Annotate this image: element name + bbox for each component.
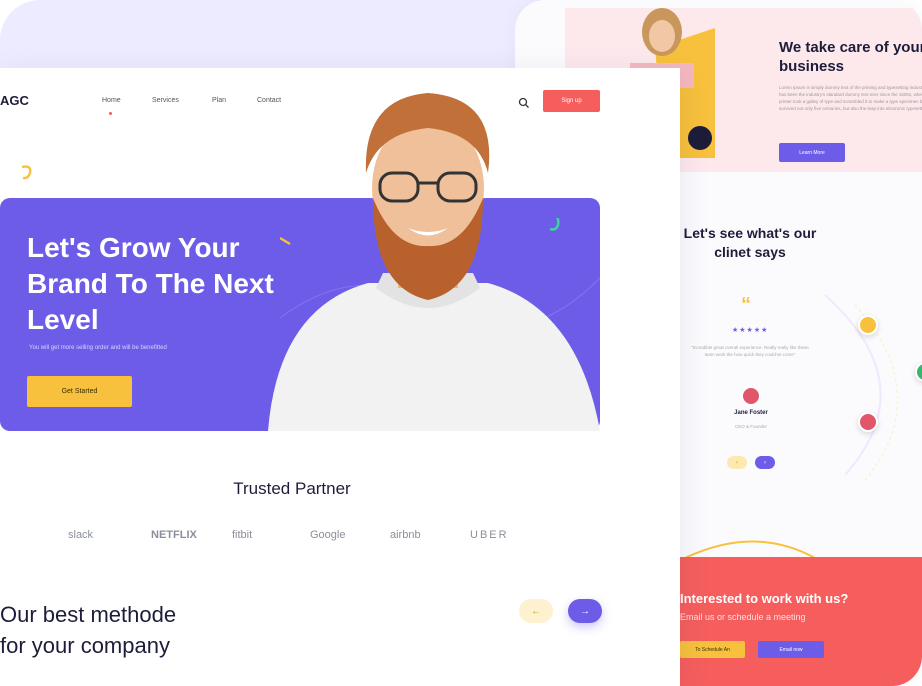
about-title: We take care of your business xyxy=(779,39,922,75)
partner-logo-slack: slack xyxy=(68,529,94,541)
orbit-decoration xyxy=(824,294,899,481)
client-avatar[interactable] xyxy=(858,412,878,432)
hero-subtitle: You will get more selling order and will… xyxy=(29,345,167,351)
methode-heading: Our best methode for your company xyxy=(0,599,176,661)
about-body: Lorem Ipsum is simply dummy text of the … xyxy=(779,85,922,111)
hero-man-photo xyxy=(268,93,600,431)
squiggle-decoration xyxy=(21,165,32,180)
partner-logo-airbnb: airbnb xyxy=(390,529,421,541)
email-now-button[interactable]: Email now xyxy=(758,641,824,658)
logo[interactable]: AGC xyxy=(0,93,29,108)
rating-stars: ★★★★★ xyxy=(732,327,769,334)
arrow-left-icon[interactable]: ← xyxy=(519,599,553,623)
hero-title: Let's Grow Your Brand To The Next Level xyxy=(27,232,274,335)
get-started-button[interactable]: Get Started xyxy=(27,376,132,407)
methode-heading-line2: for your company xyxy=(0,633,170,658)
contact-cta-section: Interested to work with us? Email us or … xyxy=(680,557,922,686)
nav-services[interactable]: Services xyxy=(152,97,179,104)
trusted-partner-title: Trusted Partner xyxy=(233,479,351,498)
client-avatar[interactable] xyxy=(858,315,878,335)
learn-more-button[interactable]: Learn More xyxy=(779,143,845,162)
cta-subtitle: Email us or schedule a meeting xyxy=(680,612,806,622)
nav-plan[interactable]: Plan xyxy=(212,97,226,104)
partner-logo-fitbit: fitbit xyxy=(232,529,253,541)
partner-logo-uber: UBER xyxy=(470,529,509,541)
main-page-preview: AGC Home Services Plan Contact Sign up L… xyxy=(0,68,680,686)
testimonial-title: Let's see what's our clinet says xyxy=(683,225,817,260)
testimonial-next-button[interactable]: › xyxy=(755,456,775,469)
partner-logo-google: Google xyxy=(310,529,346,541)
schedule-button[interactable]: To Schedule An xyxy=(680,641,745,658)
quote-mark-icon: “ xyxy=(741,294,751,316)
cta-title: Interested to work with us? xyxy=(680,591,849,606)
nav-home[interactable]: Home xyxy=(102,97,121,104)
nav-active-indicator xyxy=(109,112,112,115)
methode-heading-line1: Our best methode xyxy=(0,602,177,627)
arrow-right-icon[interactable]: → xyxy=(568,599,602,623)
testimonial-prev-button[interactable]: ‹ xyxy=(727,456,747,469)
wave-decoration xyxy=(685,540,816,559)
testimonial-avatar xyxy=(741,386,761,406)
page-stage: We take care of your business Lorem Ipsu… xyxy=(0,0,922,686)
partner-logo-netflix: NETFLIX xyxy=(151,529,197,541)
